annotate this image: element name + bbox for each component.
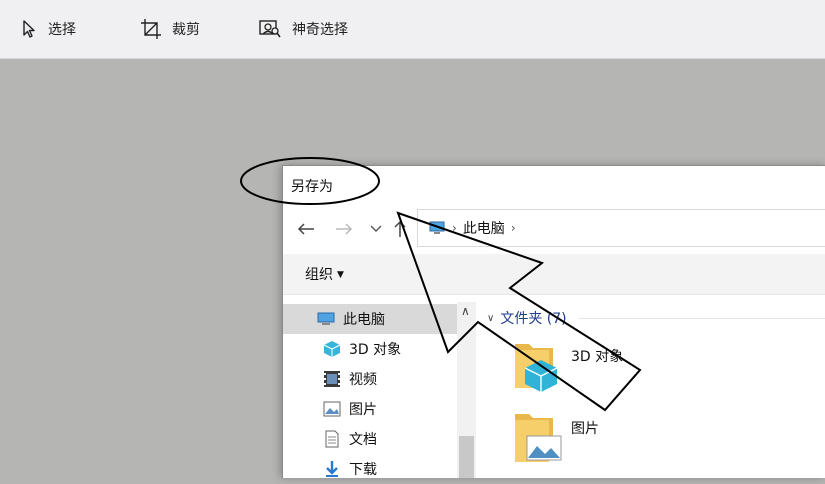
crop-tool-label: 裁剪 <box>172 22 200 38</box>
nav-item-videos[interactable]: 视频 <box>283 364 457 394</box>
pictures-icon <box>323 400 341 418</box>
nav-item-label: 下载 <box>349 462 377 478</box>
breadcrumb-this-pc[interactable]: 此电脑 <box>463 218 505 238</box>
scroll-up-icon[interactable]: ∧ <box>461 304 470 318</box>
cursor-icon <box>23 20 35 38</box>
folder-pictures-icon <box>515 414 562 462</box>
magic-select-tool-button[interactable]: 神奇选择 <box>258 0 348 58</box>
video-icon <box>323 370 341 388</box>
address-bar[interactable]: › 此电脑 › <box>417 209 825 247</box>
folder-label: 3D 对象 <box>571 349 624 365</box>
chevron-down-icon: ∨ <box>487 312 495 324</box>
watermark-brand: Bai 经验 <box>630 403 752 436</box>
baidu-jingyan-watermark: Bai 经验 jingyan.baidu.com <box>630 398 752 449</box>
back-button[interactable] <box>295 218 317 240</box>
select-tool-button[interactable]: 选择 <box>20 0 76 58</box>
forward-button[interactable] <box>333 218 355 240</box>
magic-select-tool-label: 神奇选择 <box>292 22 348 38</box>
folder-3d-icon <box>515 344 558 392</box>
file-list: ∨ 文件夹 (7) 3D 对象 图片 <box>479 302 825 478</box>
top-toolbar: 选择 裁剪 神奇选择 <box>0 0 825 59</box>
nav-item-label: 此电脑 <box>343 312 385 328</box>
nav-item-documents[interactable]: 文档 <box>283 424 457 454</box>
crop-icon <box>141 19 161 39</box>
folder-3d-objects[interactable]: 3D 对象 <box>509 336 769 400</box>
command-bar: 组织 ▼ <box>283 254 825 295</box>
group-divider <box>579 318 825 319</box>
navigation-row: › 此电脑 › <box>283 208 825 250</box>
navigation-pane: 此电脑 3D 对象 视频 图片 文档 下载 ∧ <box>283 302 476 478</box>
nav-item-label: 图片 <box>349 402 377 418</box>
nav-item-label: 文档 <box>349 432 377 448</box>
organize-label: 组织 <box>305 267 333 283</box>
nav-item-3d-objects[interactable]: 3D 对象 <box>283 334 457 364</box>
dialog-title: 另存为 <box>291 179 333 195</box>
folders-group-header[interactable]: ∨ 文件夹 (7) <box>487 306 567 330</box>
caret-down-icon: ▼ <box>337 270 344 280</box>
nav-item-label: 视频 <box>349 372 377 388</box>
scrollbar-thumb[interactable] <box>459 436 474 478</box>
chevron-down-icon <box>370 225 382 232</box>
breadcrumb-separator: › <box>452 221 457 235</box>
nav-item-label: 3D 对象 <box>349 342 402 358</box>
arrow-up-icon <box>394 220 406 237</box>
nav-item-downloads[interactable]: 下载 <box>283 454 457 484</box>
computer-icon <box>429 221 445 234</box>
recent-locations-button[interactable] <box>365 218 387 240</box>
breadcrumb-separator-end[interactable]: › <box>511 221 516 235</box>
documents-icon <box>323 430 341 448</box>
navigation-pane-scrollbar[interactable]: ∧ <box>457 302 476 478</box>
arrow-left-icon <box>297 223 314 235</box>
3d-objects-icon <box>323 340 341 358</box>
nav-item-pictures[interactable]: 图片 <box>283 394 457 424</box>
arrow-right-icon <box>336 223 353 235</box>
downloads-icon <box>323 460 341 478</box>
organize-menu-button[interactable]: 组织 ▼ <box>305 264 344 284</box>
folder-label: 图片 <box>571 421 599 437</box>
magic-select-icon <box>259 20 281 38</box>
crop-tool-button[interactable]: 裁剪 <box>140 0 200 58</box>
nav-item-this-pc[interactable]: 此电脑 <box>283 304 457 334</box>
select-tool-label: 选择 <box>48 22 76 38</box>
group-header-label: 文件夹 (7) <box>500 311 567 327</box>
computer-icon <box>317 310 335 328</box>
watermark-url: jingyan.baidu.com <box>632 436 734 449</box>
up-button[interactable] <box>389 218 411 240</box>
